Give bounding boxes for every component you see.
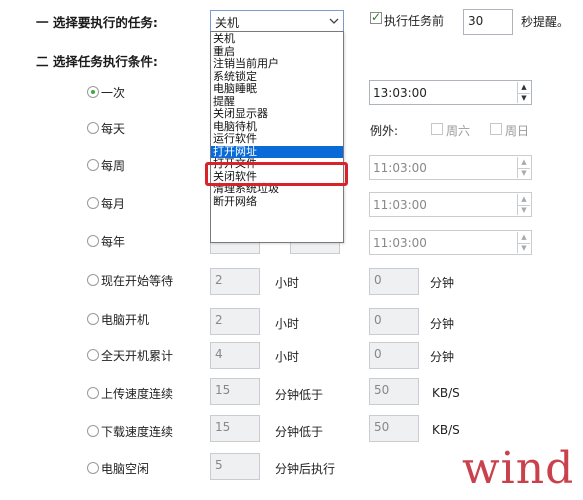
download-speed-unit: KB/S [432,423,460,437]
wait-hour-unit: 小时 [275,276,300,290]
time-monthly-value: 11:03:00 [373,198,427,212]
boot-hour-unit: 小时 [275,317,300,331]
idle-minutes-input[interactable]: 5 [210,453,260,480]
wait-hours-input[interactable]: 2 [210,268,260,295]
time-once-value: 13:03:00 [373,86,427,100]
task-option-sleep[interactable]: 电脑睡眠 [211,82,343,96]
sunday-label: 周日 [505,124,530,138]
pre-exec-seconds-input[interactable]: 30 [463,9,513,35]
idle-label: 电脑空闲 [101,462,150,476]
cumulative-label: 全天开机累计 [101,349,174,363]
weekly-label: 每周 [101,159,126,173]
cumulative-hour-unit: 小时 [275,350,300,364]
monthly-label: 每月 [101,197,126,211]
task-option-disconnect[interactable]: 断开网络 [211,195,343,209]
pre-exec-checkbox[interactable] [370,10,384,26]
daily-label: 每天 [101,122,126,136]
yearly-label: 每年 [101,235,126,249]
spin-down-icon[interactable]: ▼ [518,243,530,254]
radio-monthly[interactable] [87,197,99,209]
checkbox-checked-icon [370,10,382,24]
idle-after-exec: 分钟后执行 [275,462,336,476]
upload-minutes-input[interactable]: 15 [210,378,260,405]
radio-yearly[interactable] [87,235,99,247]
once-label: 一次 [101,86,126,100]
spin-down-icon[interactable]: ▼ [518,205,530,216]
download-label: 下载速度连续 [101,425,174,439]
boot-label: 电脑开机 [101,313,150,327]
pre-exec-label: 执行任务前 [384,14,445,28]
radio-wait[interactable] [87,274,99,286]
boot-hours-input[interactable]: 2 [210,308,260,335]
download-minutes-input[interactable]: 15 [210,415,260,442]
watermark-text: wind [462,443,575,494]
cumulative-minutes-input[interactable]: 0 [369,342,419,369]
upload-speed-input[interactable]: 50 [369,378,419,405]
boot-minute-unit: 分钟 [430,317,455,331]
time-yearly-spinner[interactable]: 11:03:00 ▲ ▼ [369,230,532,255]
upload-label: 上传速度连续 [101,387,174,401]
download-minutes-below: 分钟低于 [275,425,324,439]
task-dropdown-list[interactable]: 关机 重启 注销当前用户 系统锁定 电脑睡眠 提醒 关闭显示器 电脑待机 运行软… [210,31,344,243]
radio-boot[interactable] [87,313,99,325]
task-option-run-software[interactable]: 运行软件 [211,132,343,146]
except-label: 例外: [370,124,399,138]
radio-download[interactable] [87,425,99,437]
cumulative-minute-unit: 分钟 [430,350,455,364]
time-weekly-value: 11:03:00 [373,161,427,175]
time-once-spinner[interactable]: 13:03:00 ▲ ▼ [369,80,532,105]
download-speed-input[interactable]: 50 [369,415,419,442]
section1-title: 一 选择要执行的任务: [36,15,158,30]
spin-down-icon[interactable]: ▼ [518,168,530,179]
wait-minutes-input[interactable]: 0 [369,268,419,295]
upload-speed-unit: KB/S [432,386,460,400]
time-monthly-spinner[interactable]: 11:03:00 ▲ ▼ [369,192,532,217]
task-option-logoff[interactable]: 注销当前用户 [211,57,343,71]
task-select-value: 关机 [215,16,240,30]
saturday-label: 周六 [446,124,471,138]
task-option-monitor-off[interactable]: 关闭显示器 [211,107,343,121]
radio-upload[interactable] [87,387,99,399]
remind-label: 秒提醒。 [521,15,570,29]
radio-daily[interactable] [87,122,99,134]
task-option-shutdown[interactable]: 关机 [211,32,343,46]
cumulative-hours-input[interactable]: 4 [210,342,260,369]
highlight-frame [205,162,348,186]
radio-weekly[interactable] [87,159,99,171]
spin-down-icon[interactable]: ▼ [518,93,530,104]
radio-cumulative[interactable] [87,349,99,361]
wait-label: 现在开始等待 [101,274,174,288]
saturday-checkbox[interactable] [431,123,443,135]
radio-idle[interactable] [87,462,99,474]
boot-minutes-input[interactable]: 0 [369,308,419,335]
sunday-checkbox[interactable] [490,123,502,135]
task-select[interactable]: 关机 [210,10,344,32]
section2-title: 二 选择任务执行条件: [36,54,158,69]
radio-once[interactable] [87,86,99,98]
time-weekly-spinner[interactable]: 11:03:00 ▲ ▼ [369,155,532,180]
time-yearly-value: 11:03:00 [373,236,427,250]
wait-minute-unit: 分钟 [430,276,455,290]
upload-minutes-below: 分钟低于 [275,388,324,402]
